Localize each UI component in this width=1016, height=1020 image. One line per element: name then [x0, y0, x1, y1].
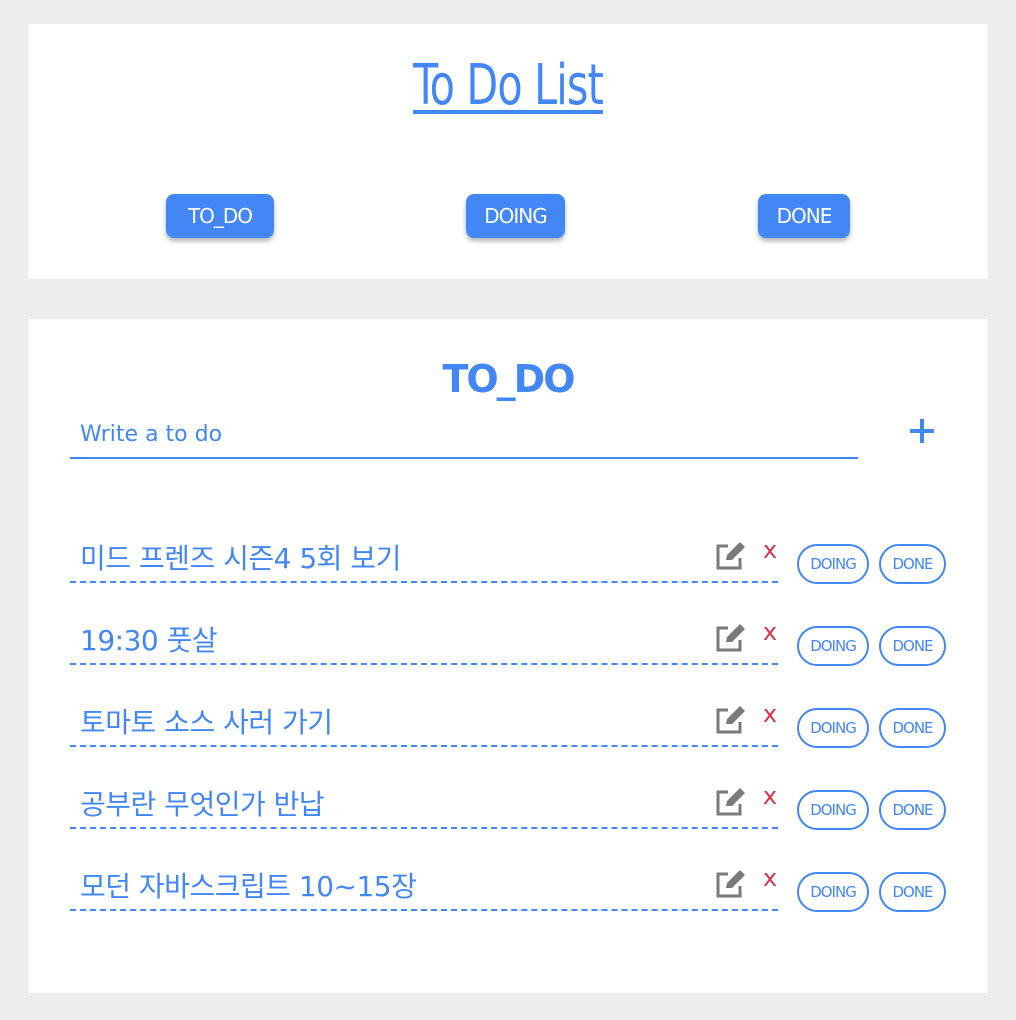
move-doing-button[interactable]: DOING [797, 790, 869, 830]
todo-item: 토마토 소스 사러 가기 x DOING DONE [70, 685, 946, 748]
edit-icon [716, 870, 745, 898]
edit-button[interactable] [714, 623, 748, 653]
todo-item-text: 토마토 소스 사러 가기 [80, 706, 333, 739]
delete-button[interactable]: x [758, 617, 782, 647]
nav-todo-button[interactable]: TO_DO [166, 194, 274, 238]
nav-done-button[interactable]: DONE [758, 194, 850, 238]
delete-button[interactable]: x [758, 781, 782, 811]
header-card: To Do List TO_DO DOING DONE [28, 24, 988, 279]
todo-item-text: 모던 자바스크립트 10~15장 [80, 870, 417, 903]
nav-doing-button[interactable]: DOING [466, 194, 565, 238]
section-title: TO_DO [442, 357, 575, 401]
move-doing-button[interactable]: DOING [797, 544, 869, 584]
edit-icon [716, 706, 745, 734]
todo-item-divider [70, 827, 778, 829]
add-todo-button[interactable] [904, 413, 940, 449]
todo-item: 공부란 무엇인가 반납 x DOING DONE [70, 767, 946, 830]
edit-button[interactable] [714, 869, 748, 899]
move-doing-button[interactable]: DOING [797, 626, 869, 666]
move-done-button[interactable]: DONE [879, 544, 946, 584]
edit-icon [716, 624, 745, 652]
move-doing-button[interactable]: DOING [797, 872, 869, 912]
todo-item-text: 공부란 무엇인가 반납 [80, 788, 325, 821]
todo-item-divider [70, 745, 778, 747]
move-doing-button[interactable]: DOING [797, 708, 869, 748]
todo-input[interactable] [70, 411, 858, 459]
move-done-button[interactable]: DONE [879, 790, 946, 830]
edit-icon [716, 788, 745, 816]
todo-item: 모던 자바스크립트 10~15장 x DOING DONE [70, 849, 946, 912]
todo-panel: TO_DO 미드 프렌즈 시즌4 5회 보기 x DOING DONE 19:3… [28, 319, 988, 993]
delete-button[interactable]: x [758, 699, 782, 729]
edit-button[interactable] [714, 787, 748, 817]
edit-button[interactable] [714, 705, 748, 735]
delete-button[interactable]: x [758, 863, 782, 893]
edit-icon [716, 542, 745, 570]
move-done-button[interactable]: DONE [879, 872, 946, 912]
todo-item-text: 19:30 풋살 [80, 624, 218, 657]
todo-item-divider [70, 581, 778, 583]
todo-item: 19:30 풋살 x DOING DONE [70, 603, 946, 666]
edit-button[interactable] [714, 541, 748, 571]
move-done-button[interactable]: DONE [879, 626, 946, 666]
plus-icon [910, 419, 934, 443]
todo-item-divider [70, 909, 778, 911]
delete-button[interactable]: x [758, 535, 782, 565]
move-done-button[interactable]: DONE [879, 708, 946, 748]
todo-item: 미드 프렌즈 시즌4 5회 보기 x DOING DONE [70, 521, 946, 584]
todo-item-text: 미드 프렌즈 시즌4 5회 보기 [80, 542, 401, 575]
todo-item-divider [70, 663, 778, 665]
app-title: To Do List [412, 53, 604, 118]
